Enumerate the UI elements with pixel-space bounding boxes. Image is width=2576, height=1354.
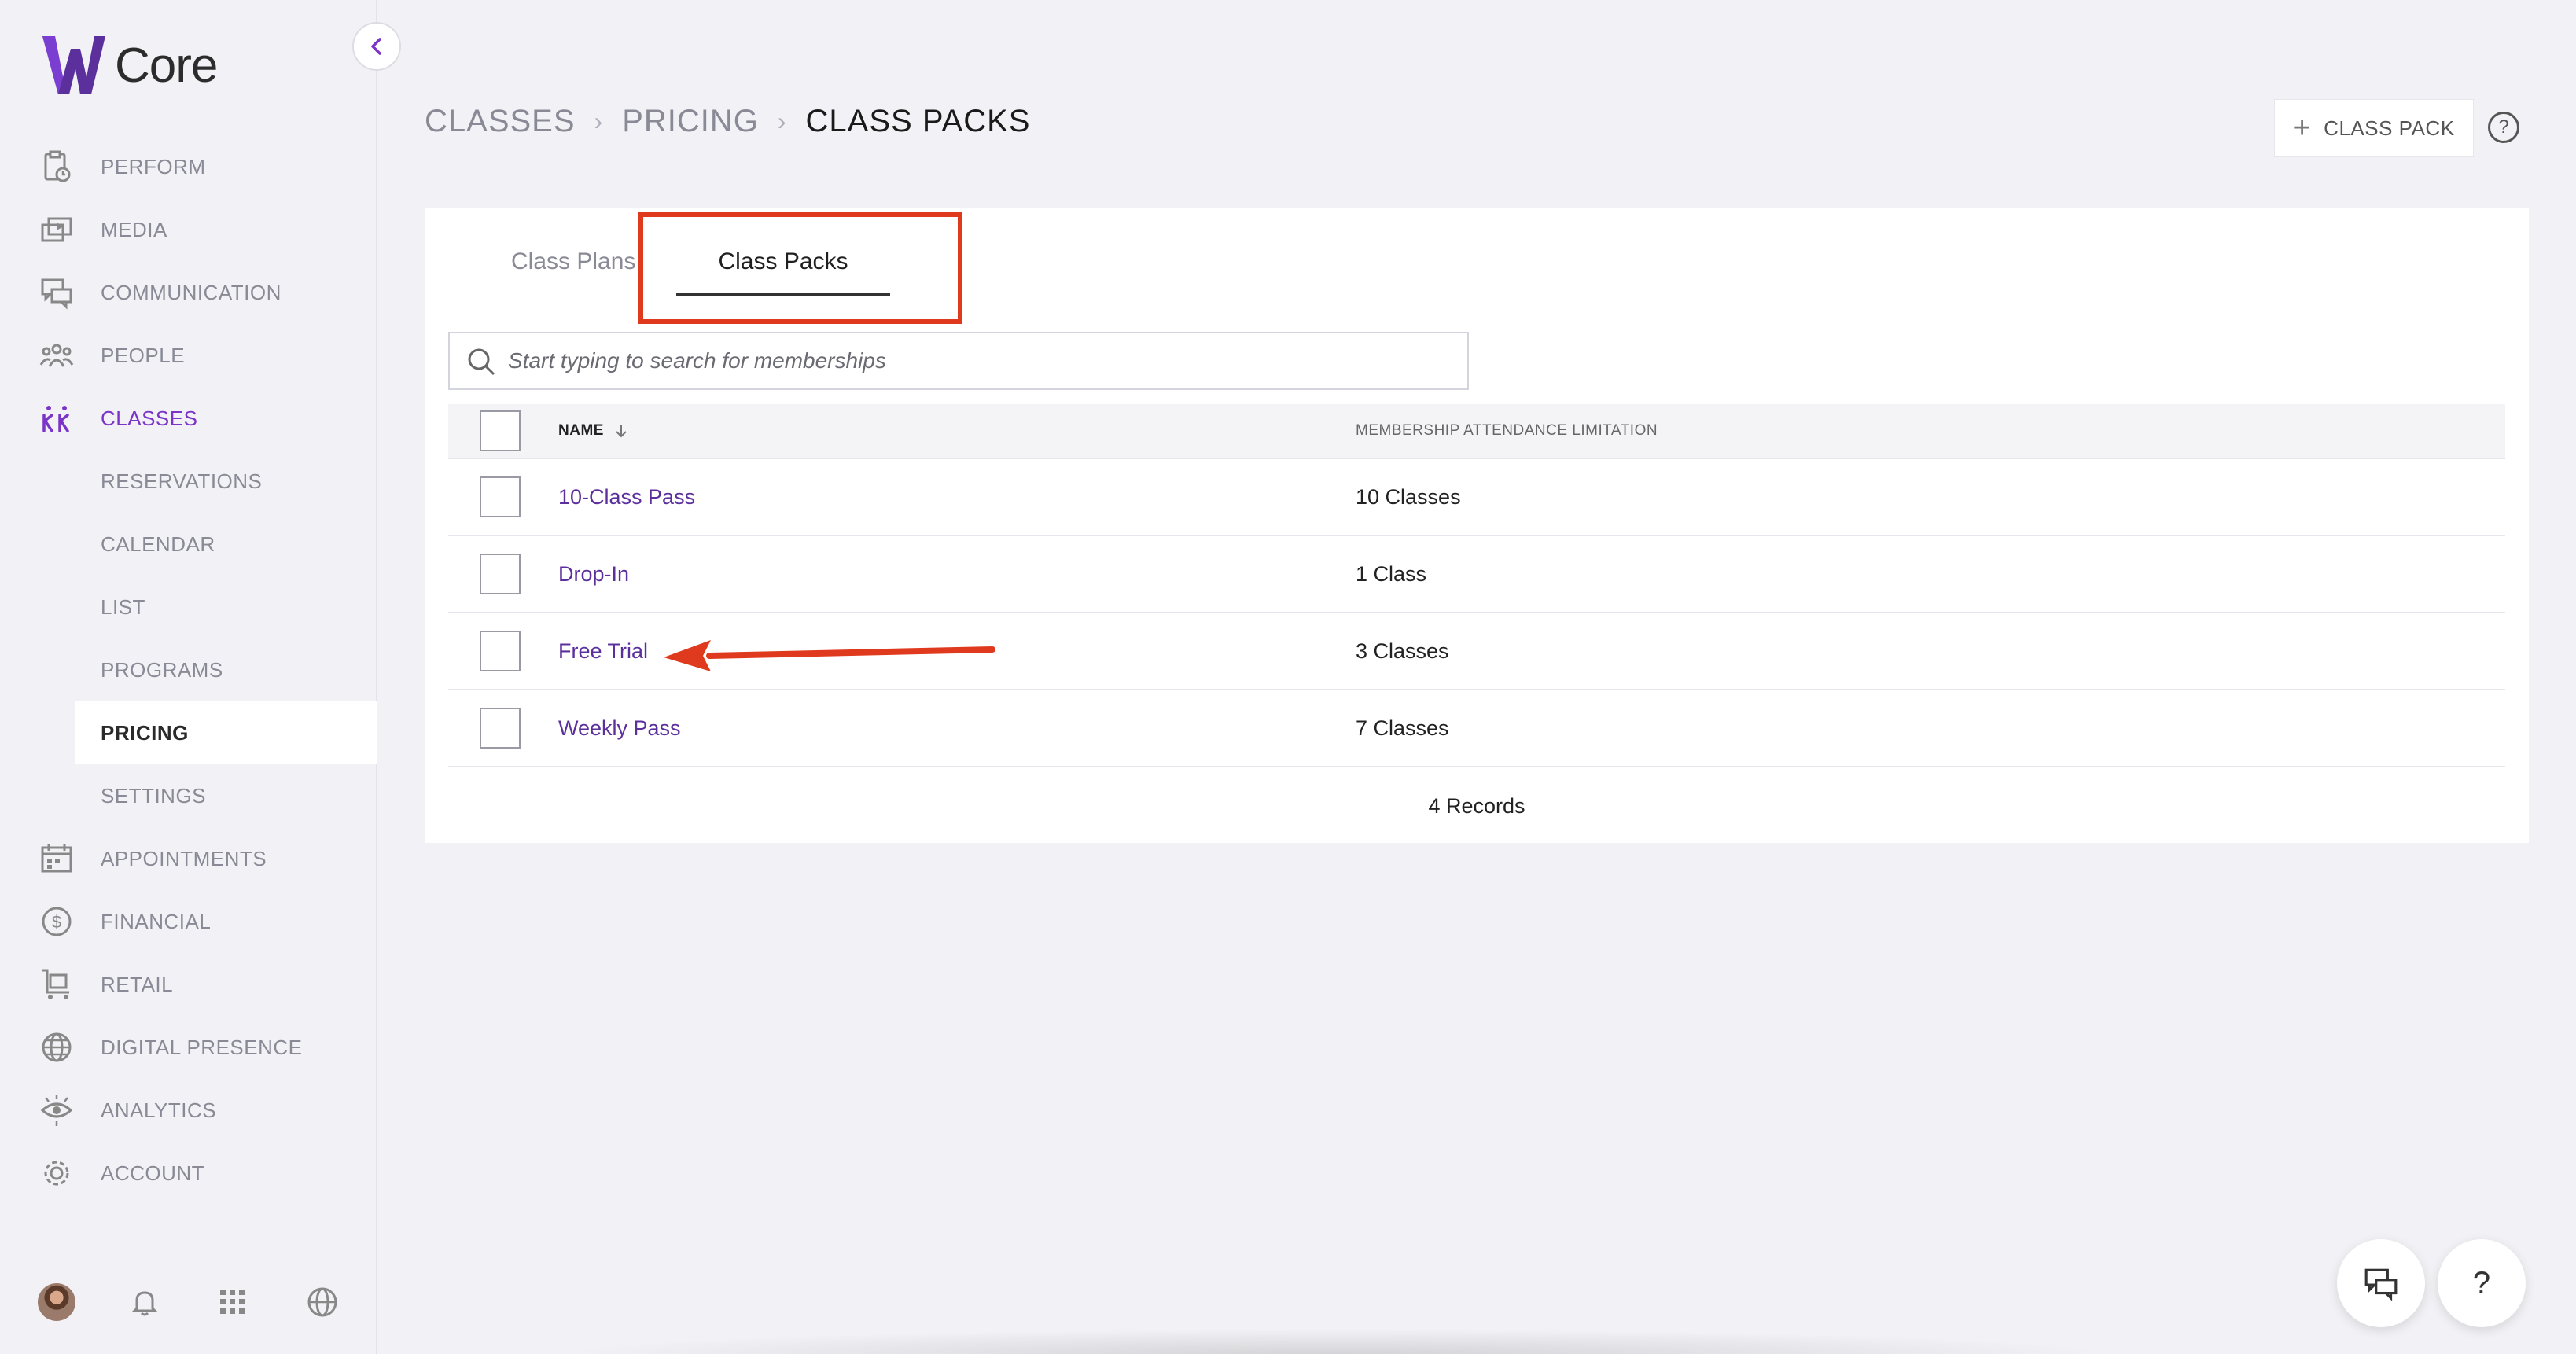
row-name-link[interactable]: Weekly Pass [558, 716, 681, 741]
row-limit: 7 Classes [1356, 716, 1449, 740]
plus-icon: + [2293, 111, 2312, 145]
row-limit: 1 Class [1356, 561, 1427, 586]
search-icon [468, 348, 495, 376]
sidebar-item-account[interactable]: ACCOUNT [0, 1142, 377, 1205]
sidebar-subitem-calendar[interactable]: CALENDAR [0, 513, 377, 576]
row-name-link[interactable]: 10-Class Pass [558, 485, 695, 510]
logo[interactable]: Core [39, 33, 218, 98]
sidebar-subitem-reservations[interactable]: RESERVATIONS [0, 450, 377, 513]
sort-arrow-down-icon [616, 425, 627, 438]
logo-text: Core [115, 38, 218, 93]
chat-button[interactable] [2337, 1239, 2425, 1327]
sidebar-item-retail[interactable]: RETAIL [0, 953, 377, 1016]
gear-icon [38, 1154, 75, 1192]
sidebar-item-label: RETAIL [101, 972, 174, 996]
calendar-icon [38, 840, 75, 878]
tab-class-packs-label: Class Packs [718, 248, 848, 274]
row-name-link[interactable]: Drop-In [558, 562, 629, 587]
avatar[interactable] [38, 1283, 75, 1321]
tab-class-plans[interactable]: Class Plans [511, 208, 637, 275]
sidebar-item-people[interactable]: PEOPLE [0, 324, 377, 387]
sidebar-item-label: ANALYTICS [101, 1098, 217, 1122]
help-button[interactable]: ? [2438, 1239, 2526, 1327]
sidebar-item-label: FINANCIAL [101, 909, 212, 933]
sidebar-item-label: PERFORM [101, 154, 206, 178]
help-icon[interactable]: ? [2488, 112, 2519, 143]
table-row: 10-Class Pass 10 Classes [448, 459, 2505, 536]
chevron-right-icon: › [777, 107, 787, 135]
people-icon [38, 337, 75, 374]
sidebar-item-appointments[interactable]: APPOINTMENTS [0, 827, 377, 890]
content-panel: Class Plans Class Packs NAME MEMBERSHIP … [425, 208, 2529, 843]
sidebar-item-financial[interactable]: $ FINANCIAL [0, 890, 377, 953]
dollar-circle-icon: $ [38, 903, 75, 940]
add-class-pack-label: CLASS PACK [2324, 116, 2455, 140]
media-play-icon [38, 211, 75, 248]
sidebar-subitem-pricing[interactable]: PRICING [75, 701, 377, 764]
add-class-pack-button[interactable]: + CLASS PACK [2274, 99, 2474, 157]
chevron-right-icon: › [594, 107, 604, 135]
row-limit: 3 Classes [1356, 638, 1449, 663]
row-checkbox[interactable] [480, 631, 521, 671]
clipboard-clock-icon [38, 148, 75, 186]
sidebar-item-label: APPOINTMENTS [101, 846, 267, 870]
eye-icon [38, 1091, 75, 1129]
classes-figures-icon [38, 399, 75, 437]
active-tab-underline [676, 293, 890, 296]
sidebar-subitem-settings[interactable]: SETTINGS [0, 764, 377, 827]
sidebar-item-label: ACCOUNT [101, 1161, 205, 1185]
apps-grid-icon[interactable] [209, 1279, 256, 1326]
breadcrumb-classes[interactable]: CLASSES [425, 104, 576, 139]
sidebar-item-label: COMMUNICATION [101, 280, 282, 304]
row-name-link[interactable]: Free Trial [558, 639, 648, 664]
sidebar-bottom-bar [0, 1274, 377, 1330]
search-field [448, 332, 1469, 390]
collapse-sidebar-button[interactable] [352, 22, 401, 71]
sidebar-item-label: MEDIA [101, 217, 167, 241]
sidebar-item-communication[interactable]: COMMUNICATION [0, 261, 377, 324]
language-globe-icon[interactable] [299, 1279, 346, 1326]
table-row: Drop-In 1 Class [448, 536, 2505, 613]
row-checkbox[interactable] [480, 708, 521, 749]
records-count: 4 Records [1428, 794, 1525, 818]
column-header-name[interactable]: NAME [558, 421, 631, 440]
class-packs-table: NAME MEMBERSHIP ATTENDANCE LIMITATION 10… [448, 404, 2505, 844]
sidebar-item-classes[interactable]: CLASSES [0, 387, 377, 450]
sidebar: Core PERFORM MEDIA COMMUNICATION PEOPLE … [0, 0, 401, 1354]
sidebar-item-label: DIGITAL PRESENCE [101, 1035, 303, 1059]
sidebar-item-perform[interactable]: PERFORM [0, 135, 377, 198]
table-row: Free Trial 3 Classes [448, 613, 2505, 690]
sidebar-nav: PERFORM MEDIA COMMUNICATION PEOPLE CLASS… [0, 135, 377, 1205]
row-checkbox[interactable] [480, 554, 521, 594]
sidebar-subitem-programs[interactable]: PROGRAMS [0, 638, 377, 701]
chat-bubbles-icon [38, 274, 75, 311]
chat-bubbles-icon [2364, 1268, 2398, 1301]
breadcrumb: CLASSES › PRICING › CLASS PACKS [425, 104, 1030, 139]
breadcrumb-current: CLASS PACKS [805, 104, 1031, 138]
table-header: NAME MEMBERSHIP ATTENDANCE LIMITATION [448, 404, 2505, 459]
sidebar-item-label: PEOPLE [101, 343, 186, 367]
sidebar-item-label: CLASSES [101, 406, 198, 430]
sidebar-subitem-list[interactable]: LIST [0, 576, 377, 638]
cart-icon [38, 966, 75, 1003]
column-header-limit[interactable]: MEMBERSHIP ATTENDANCE LIMITATION [1356, 422, 1658, 440]
row-limit: 10 Classes [1356, 484, 1461, 509]
row-checkbox[interactable] [480, 476, 521, 517]
column-header-name-label: NAME [558, 422, 604, 439]
breadcrumb-pricing[interactable]: PRICING [622, 104, 759, 139]
bottom-shadow [550, 1329, 2123, 1354]
bell-icon[interactable] [121, 1279, 168, 1326]
select-all-checkbox[interactable] [480, 410, 521, 451]
sidebar-item-digital-presence[interactable]: DIGITAL PRESENCE [0, 1016, 377, 1079]
logo-w-icon [42, 36, 105, 94]
table-row: Weekly Pass 7 Classes [448, 690, 2505, 767]
sidebar-item-analytics[interactable]: ANALYTICS [0, 1079, 377, 1142]
tab-class-packs[interactable]: Class Packs [676, 208, 890, 296]
sidebar-item-media[interactable]: MEDIA [0, 198, 377, 261]
chevron-left-icon [371, 38, 381, 55]
svg-text:$: $ [52, 912, 61, 932]
globe-icon [38, 1028, 75, 1066]
search-input[interactable] [508, 348, 1467, 373]
